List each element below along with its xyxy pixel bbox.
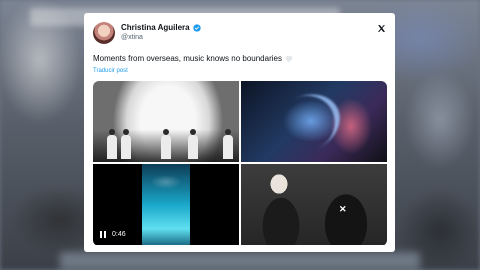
shirt-logo: ✕	[339, 204, 347, 214]
performer-figure	[223, 129, 233, 159]
hair-motion	[262, 83, 350, 162]
author-name[interactable]: Christina Aguilera	[121, 23, 190, 32]
white-heart-icon	[285, 56, 292, 62]
media-photo-stage[interactable]	[93, 81, 239, 162]
avatar[interactable]	[93, 22, 115, 44]
tweet-text-content: Moments from overseas, music knows no bo…	[93, 54, 282, 63]
performer-figure	[107, 129, 117, 159]
x-logo-icon[interactable]	[377, 24, 386, 33]
translate-link[interactable]: Traducir post	[93, 68, 128, 74]
media-grid: 0:46 ✕	[93, 81, 387, 246]
tweet-card: Christina Aguilera @xtina Moments from o…	[84, 13, 395, 252]
video-duration: 0:46	[112, 231, 126, 238]
media-photo-hair-flip[interactable]	[241, 81, 387, 162]
blurred-background-bar	[60, 252, 420, 270]
performer-figure	[161, 129, 171, 159]
performer-figure	[121, 129, 131, 159]
media-video[interactable]: 0:46	[93, 164, 239, 245]
video-controls[interactable]: 0:46	[100, 231, 126, 238]
tweet-header: Christina Aguilera @xtina	[93, 22, 386, 48]
video-frame	[142, 164, 190, 245]
performer-figure	[188, 129, 198, 159]
verified-badge-icon	[192, 23, 201, 32]
author-row: Christina Aguilera	[121, 23, 201, 32]
tweet-text: Moments from overseas, music knows no bo…	[93, 54, 293, 63]
media-photo-backstage[interactable]: ✕	[241, 164, 387, 245]
pause-icon[interactable]	[100, 231, 107, 238]
author-handle[interactable]: @xtina	[121, 34, 143, 41]
